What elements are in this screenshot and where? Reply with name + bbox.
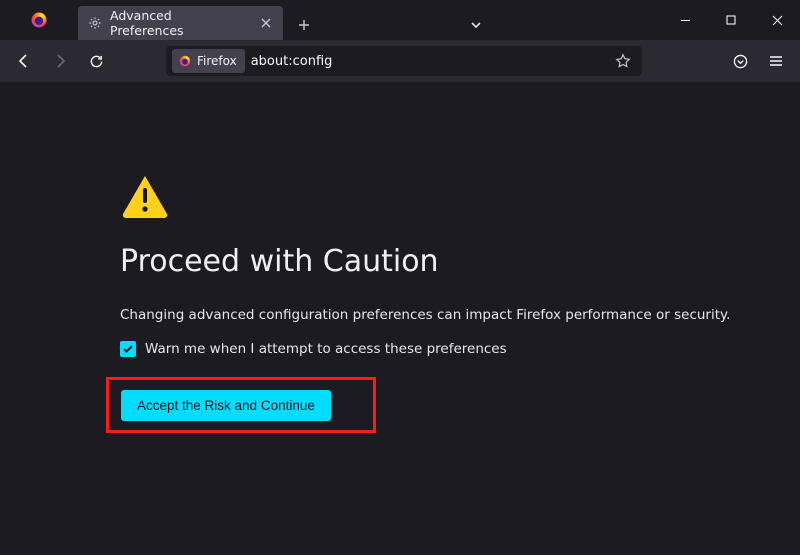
back-button[interactable] xyxy=(8,45,40,77)
list-all-tabs-button[interactable] xyxy=(461,10,491,40)
about-config-warning: Proceed with Caution Changing advanced c… xyxy=(0,82,800,433)
warning-heading: Proceed with Caution xyxy=(120,244,800,279)
tab-advanced-preferences[interactable]: Advanced Preferences xyxy=(78,6,283,40)
forward-button[interactable] xyxy=(44,45,76,77)
identity-label: Firefox xyxy=(197,54,237,68)
save-to-pocket-button[interactable] xyxy=(724,45,756,77)
bookmark-star-button[interactable] xyxy=(610,48,636,74)
warn-checkbox-label: Warn me when I attempt to access these p… xyxy=(145,341,507,357)
warn-checkbox[interactable] xyxy=(120,341,136,357)
window-controls xyxy=(662,0,800,40)
accept-risk-button[interactable]: Accept the Risk and Continue xyxy=(121,390,331,421)
new-tab-button[interactable] xyxy=(289,10,319,40)
tab-strip: Advanced Preferences xyxy=(78,0,662,40)
url-text: about:config xyxy=(251,54,333,69)
navigation-toolbar: Firefox about:config xyxy=(0,40,800,82)
close-window-button[interactable] xyxy=(754,0,800,40)
maximize-button[interactable] xyxy=(708,0,754,40)
url-bar[interactable]: Firefox about:config xyxy=(166,46,642,76)
tab-title: Advanced Preferences xyxy=(110,8,249,38)
warning-description: Changing advanced configuration preferen… xyxy=(120,307,800,323)
warning-triangle-icon xyxy=(120,174,800,218)
firefox-brand-icon xyxy=(178,54,192,68)
titlebar: Advanced Preferences xyxy=(0,0,800,40)
identity-box[interactable]: Firefox xyxy=(172,49,245,73)
close-tab-button[interactable] xyxy=(257,14,275,32)
reload-button[interactable] xyxy=(80,45,112,77)
firefox-app-icon xyxy=(0,10,78,30)
gear-icon xyxy=(88,16,102,30)
warn-checkbox-row[interactable]: Warn me when I attempt to access these p… xyxy=(120,341,800,357)
annotation-highlight: Accept the Risk and Continue xyxy=(106,377,376,433)
application-menu-button[interactable] xyxy=(760,45,792,77)
minimize-button[interactable] xyxy=(662,0,708,40)
